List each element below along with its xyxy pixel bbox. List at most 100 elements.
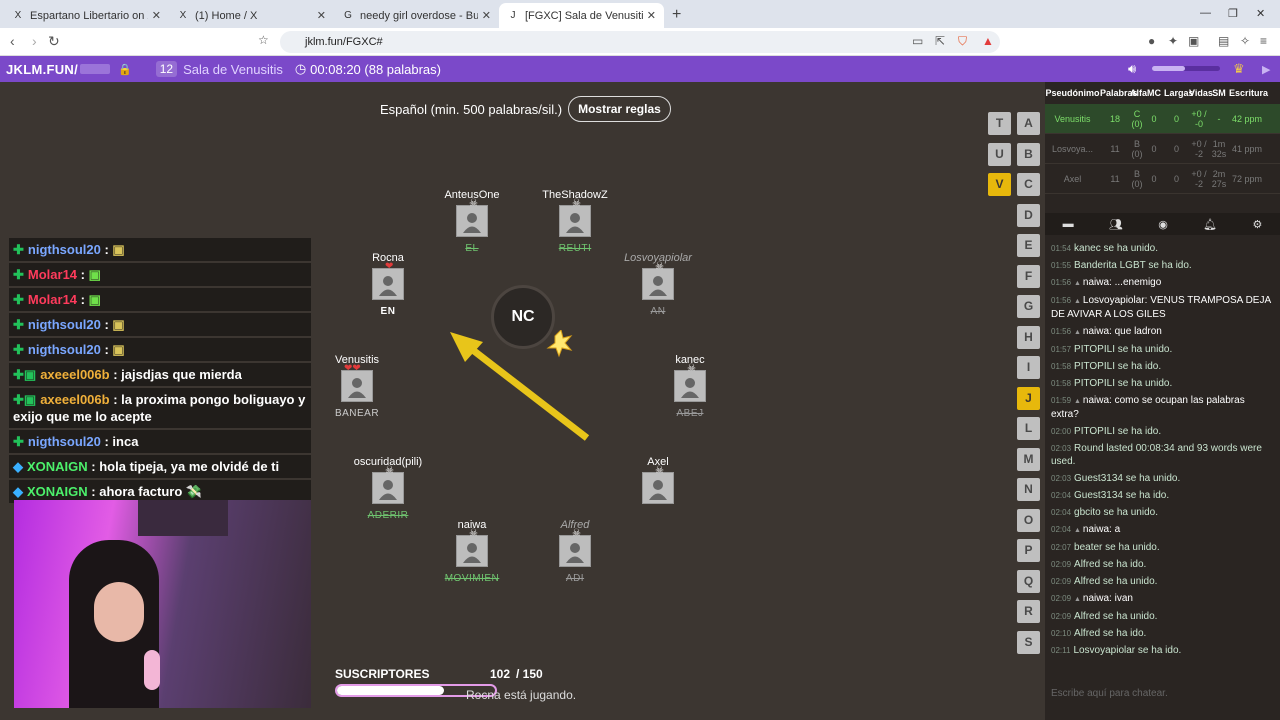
room-chat-line: 02:09 Alfred se ha unido. bbox=[1051, 575, 1273, 588]
bonus-letter: E bbox=[1017, 234, 1040, 257]
cast-icon[interactable]: ▭ bbox=[912, 34, 923, 48]
site-logo[interactable]: JKLM.FUN/ bbox=[6, 62, 78, 77]
forward-icon[interactable]: › bbox=[32, 33, 37, 49]
chat-input[interactable]: Escribe aquí para chatear. bbox=[1051, 688, 1168, 699]
game-tab-icon[interactable]: ◉ bbox=[1158, 218, 1168, 231]
side-panel: Pseudónimo Palabras Alfa MC Largas Vidas SM Esc… bbox=[1045, 82, 1280, 720]
new-tab-button[interactable]: + bbox=[672, 6, 681, 24]
rules-bar: Español (min. 500 palabras/sil.) Mostrar… bbox=[380, 96, 671, 122]
show-rules-button[interactable]: Mostrar reglas bbox=[568, 96, 671, 122]
player-seat: Alfred ☠ ADI bbox=[520, 519, 630, 585]
scoreboard-cell: 0 bbox=[1151, 173, 1157, 184]
wallet-icon[interactable]: ✧ bbox=[1240, 34, 1250, 48]
rewards-icon[interactable]: ▲ bbox=[982, 34, 994, 48]
chat-user: naiwa bbox=[1082, 277, 1110, 288]
brave-shield-icon[interactable]: ⛉ bbox=[958, 34, 967, 49]
chat-timestamp: 02:04 bbox=[1051, 525, 1072, 534]
player-avatar: ☠ bbox=[456, 198, 488, 237]
tab-favicon-icon: G bbox=[344, 9, 352, 21]
chat-timestamp: 01:57 bbox=[1051, 345, 1072, 354]
status-text: Rocna está jugando. bbox=[466, 688, 577, 702]
scoreboard-cell: C (0) bbox=[1131, 108, 1143, 129]
tab-close-icon[interactable]: ✕ bbox=[647, 9, 656, 22]
room-chat-line: 02:04 Guest3134 se ha ido. bbox=[1051, 489, 1273, 502]
chat-username: Molar14 bbox=[27, 267, 78, 282]
room-chat-line: 01:59 ▲ naiwa: como se ocupan las palabra… bbox=[1051, 394, 1273, 421]
chat-user: naiwa bbox=[1082, 326, 1110, 337]
chat-timestamp: 02:00 bbox=[1051, 427, 1072, 436]
chat-username: axeeel006b bbox=[40, 392, 110, 407]
notifications-tab-icon[interactable]: 🔔︎ bbox=[1203, 218, 1217, 231]
url-field[interactable]: jklm.fun/FGXC# bbox=[280, 31, 1000, 53]
scoreboard-cell: 18 bbox=[1109, 113, 1120, 124]
scoreboard-cell: 0 bbox=[1173, 143, 1179, 154]
chat-timestamp: 02:03 bbox=[1051, 474, 1072, 483]
chat-user: naiwa bbox=[1082, 395, 1110, 406]
stream-chat-message: ✚ Molar14 : ▣ bbox=[9, 288, 311, 311]
player-word: ADI bbox=[565, 573, 585, 584]
scoreboard-cell: 0 bbox=[1151, 113, 1157, 124]
collapse-panel-icon[interactable]: ▶ bbox=[1262, 63, 1270, 76]
bonus-letter: U bbox=[988, 142, 1011, 166]
browser-tab[interactable]: X Espartano Libertario on X: "@laderes...… bbox=[4, 3, 169, 28]
browser-tab[interactable]: X (1) Home / X ✕ bbox=[169, 3, 334, 28]
chat-timestamp: 01:59 bbox=[1051, 396, 1072, 405]
chat-timestamp: 01:58 bbox=[1051, 362, 1072, 371]
chat-badge-icon: ◆ bbox=[13, 484, 23, 499]
maximize-icon[interactable]: ❐ bbox=[1228, 7, 1238, 20]
bonus-letter: Q bbox=[1017, 569, 1040, 593]
tab-close-icon[interactable]: ✕ bbox=[482, 9, 491, 22]
back-icon[interactable]: ‹ bbox=[10, 33, 15, 49]
chat-text: PITOPILI se ha ido. bbox=[1074, 361, 1162, 372]
user-icon: ▲ bbox=[1074, 398, 1083, 405]
share-icon[interactable]: ⇱ bbox=[935, 34, 945, 48]
chat-tab-icon[interactable]: ▬ bbox=[1063, 218, 1074, 230]
minimize-icon[interactable]: — bbox=[1200, 7, 1211, 19]
puzzle-icon[interactable]: ✦ bbox=[1168, 34, 1178, 48]
bonus-letter: I bbox=[1017, 356, 1040, 379]
player-seat: Venusitis ❤❤ BANEAR bbox=[302, 354, 412, 420]
player-seat: naiwa ☠ MOVIMIEN bbox=[417, 519, 527, 585]
scoreboard-cell: 0 bbox=[1173, 173, 1179, 184]
sidebar-icon[interactable]: ▤ bbox=[1218, 34, 1229, 48]
scoreboard-header-cell: Escritura bbox=[1229, 88, 1269, 98]
crown-icon[interactable]: ♛ bbox=[1233, 61, 1245, 77]
stream-chat-message: ✚ nigthsoul20 : ▣ bbox=[9, 238, 311, 261]
browser-tab[interactable]: J [FGXC] Sala de Venusitis ✕ bbox=[499, 3, 664, 28]
volume-icon[interactable]: 🔊︎ bbox=[1128, 61, 1136, 77]
bookmark-icon[interactable]: ☆ bbox=[258, 33, 269, 47]
player-seat: TheShadowZ ☠ REUTI bbox=[520, 189, 630, 255]
volume-slider[interactable] bbox=[1152, 66, 1220, 71]
room-chat-line: 01:55 Banderita LGBT se ha ido. bbox=[1051, 259, 1273, 272]
close-window-icon[interactable]: ✕ bbox=[1256, 7, 1265, 20]
chat-username: XONAIGN bbox=[27, 459, 88, 474]
chat-user: naiwa bbox=[1082, 593, 1110, 604]
subs-count: 102 bbox=[490, 667, 511, 681]
scoreboard-cell: Axel bbox=[1063, 173, 1082, 184]
bonus-letter: H bbox=[1017, 325, 1040, 349]
browser-tab-strip: X Espartano Libertario on X: "@laderes...… bbox=[0, 0, 1280, 28]
chat-timestamp: 01:56 bbox=[1051, 327, 1072, 336]
player-avatar: ❤ bbox=[372, 261, 404, 300]
chat-timestamp: 01:54 bbox=[1051, 244, 1072, 253]
bonus-letter: B bbox=[1017, 142, 1040, 166]
menu-icon[interactable]: ≡ bbox=[1260, 34, 1267, 48]
reload-icon[interactable]: ↻ bbox=[48, 33, 60, 50]
players-tab-icon[interactable]: 👥︎ bbox=[1109, 218, 1123, 231]
bonus-letter: M bbox=[1017, 447, 1040, 471]
scoreboard-cell: B (0) bbox=[1131, 168, 1143, 189]
extension-icon[interactable]: ● bbox=[1148, 34, 1155, 48]
tab-title: [FGXC] Sala de Venusitis bbox=[525, 9, 643, 22]
tab-close-icon[interactable]: ✕ bbox=[317, 9, 326, 22]
player-seat: kanec ☠ ABEJ bbox=[635, 354, 745, 420]
scoreboard-header: Pseudónimo Palabras Alfa MC Largas Vidas SM Esc… bbox=[1045, 82, 1280, 104]
user-icon: ▲ bbox=[1074, 596, 1083, 603]
player-seat: Axel ☠ bbox=[603, 456, 713, 522]
player-seat: AnteusOne ☠ EL bbox=[417, 189, 527, 255]
browser-tab[interactable]: Gneedy girl overdose - Buscar con Goo...… bbox=[334, 3, 499, 28]
chat-text: Alfred se ha ido. bbox=[1074, 628, 1147, 639]
download-icon[interactable]: ▣ bbox=[1188, 34, 1199, 48]
tab-close-icon[interactable]: ✕ bbox=[152, 9, 161, 22]
settings-tab-icon[interactable]: ⚙ bbox=[1252, 218, 1262, 231]
chat-user: Losvoyapiolar bbox=[1082, 295, 1145, 306]
